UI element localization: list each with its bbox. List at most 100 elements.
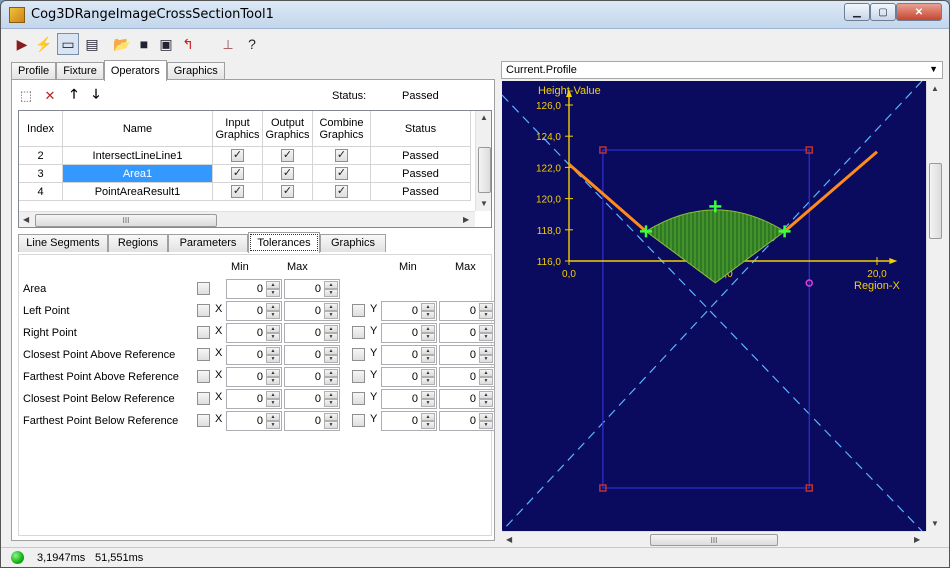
- tolerance-closest-point-below-reference-y-min[interactable]: 0 ▲ ▼: [381, 389, 437, 409]
- spin-down-icon[interactable]: ▼: [266, 355, 280, 363]
- spin-down-icon[interactable]: ▼: [324, 399, 338, 407]
- column-header-status[interactable]: Status: [371, 111, 471, 147]
- tolerance-closest-point-below-reference-x-max[interactable]: 0 ▲ ▼: [284, 389, 340, 409]
- spin-up-icon[interactable]: ▲: [421, 369, 435, 377]
- tab-fixture[interactable]: Fixture: [56, 62, 104, 80]
- help-button[interactable]: ?: [241, 33, 263, 55]
- tolerance-area-x-checkbox[interactable]: [197, 282, 210, 295]
- spin-down-icon[interactable]: ▼: [479, 399, 493, 407]
- scroll-left-icon[interactable]: ◀: [23, 215, 29, 224]
- tolerance-farthest-point-below-reference-y-checkbox[interactable]: [352, 414, 365, 427]
- spin-up-icon[interactable]: ▲: [324, 369, 338, 377]
- spin-down-icon[interactable]: ▼: [479, 333, 493, 341]
- tolerance-right-point-y-checkbox[interactable]: [352, 326, 365, 339]
- display-horizontal-thumb[interactable]: III: [650, 534, 778, 546]
- run-button[interactable]: ▶: [11, 33, 33, 55]
- spin-up-icon[interactable]: ▲: [324, 325, 338, 333]
- scroll-down-icon[interactable]: ▼: [480, 199, 488, 208]
- spin-up-icon[interactable]: ▲: [324, 303, 338, 311]
- spin-down-icon[interactable]: ▼: [324, 377, 338, 385]
- profile-display[interactable]: 116,0118,0120,0122,0124,0126,00,010,020,…: [502, 81, 926, 531]
- table-row[interactable]: 4 PointAreaResult1 ✓ ✓ ✓ Passed: [19, 183, 471, 201]
- spin-down-icon[interactable]: ▼: [324, 289, 338, 297]
- grid-vertical-thumb[interactable]: [478, 147, 491, 193]
- spin-down-icon[interactable]: ▼: [421, 355, 435, 363]
- table-row[interactable]: 2 IntersectLineLine1 ✓ ✓ ✓ Passed: [19, 147, 471, 165]
- column-header-input-graphics[interactable]: Input Graphics: [213, 111, 263, 147]
- tolerance-closest-point-above-reference-y-min[interactable]: 0 ▲ ▼: [381, 345, 437, 365]
- spin-down-icon[interactable]: ▼: [479, 311, 493, 319]
- output-graphics-checkbox[interactable]: ✓: [281, 149, 294, 162]
- tolerance-farthest-point-above-reference-x-checkbox[interactable]: [197, 370, 210, 383]
- spin-down-icon[interactable]: ▼: [421, 421, 435, 429]
- tolerance-closest-point-above-reference-x-max[interactable]: 0 ▲ ▼: [284, 345, 340, 365]
- spin-down-icon[interactable]: ▼: [266, 421, 280, 429]
- scroll-right-icon[interactable]: ▶: [463, 215, 469, 224]
- spin-down-icon[interactable]: ▼: [479, 377, 493, 385]
- spin-up-icon[interactable]: ▲: [266, 369, 280, 377]
- combine-graphics-checkbox[interactable]: ✓: [335, 149, 348, 162]
- spin-down-icon[interactable]: ▼: [479, 355, 493, 363]
- tolerance-farthest-point-below-reference-x-max[interactable]: 0 ▲ ▼: [284, 411, 340, 431]
- tolerance-right-point-x-checkbox[interactable]: [197, 326, 210, 339]
- spin-up-icon[interactable]: ▲: [324, 281, 338, 289]
- tolerance-farthest-point-above-reference-y-checkbox[interactable]: [352, 370, 365, 383]
- column-header-index[interactable]: Index: [19, 111, 63, 147]
- spin-up-icon[interactable]: ▲: [324, 413, 338, 421]
- scroll-up-icon[interactable]: ▲: [480, 113, 488, 122]
- spin-down-icon[interactable]: ▼: [324, 421, 338, 429]
- row-name[interactable]: IntersectLineLine1: [63, 147, 213, 165]
- spin-down-icon[interactable]: ▼: [266, 289, 280, 297]
- spin-down-icon[interactable]: ▼: [479, 421, 493, 429]
- combine-graphics-checkbox[interactable]: ✓: [335, 167, 348, 180]
- table-row[interactable]: 3 Area1 ✓ ✓ ✓ Passed: [19, 165, 471, 183]
- tolerance-closest-point-below-reference-x-checkbox[interactable]: [197, 392, 210, 405]
- tolerance-closest-point-below-reference-y-checkbox[interactable]: [352, 392, 365, 405]
- output-graphics-checkbox[interactable]: ✓: [281, 185, 294, 198]
- tolerance-right-point-x-min[interactable]: 0 ▲ ▼: [226, 323, 282, 343]
- spin-down-icon[interactable]: ▼: [266, 311, 280, 319]
- spin-up-icon[interactable]: ▲: [421, 391, 435, 399]
- tolerance-closest-point-above-reference-x-min[interactable]: 0 ▲ ▼: [226, 345, 282, 365]
- grid-horizontal-scrollbar[interactable]: ◀ III ▶: [19, 211, 475, 227]
- spin-up-icon[interactable]: ▲: [421, 303, 435, 311]
- subtab-parameters[interactable]: Parameters: [168, 234, 248, 252]
- tolerance-closest-point-above-reference-y-max[interactable]: 0 ▲ ▼: [439, 345, 495, 365]
- scroll-right-icon[interactable]: ▶: [914, 535, 920, 544]
- spin-down-icon[interactable]: ▼: [324, 333, 338, 341]
- spin-up-icon[interactable]: ▲: [421, 325, 435, 333]
- spin-up-icon[interactable]: ▲: [266, 303, 280, 311]
- spin-up-icon[interactable]: ▲: [479, 303, 493, 311]
- tolerance-closest-point-above-reference-y-checkbox[interactable]: [352, 348, 365, 361]
- grid-vertical-scrollbar[interactable]: ▲ ▼: [475, 111, 491, 211]
- tolerance-farthest-point-above-reference-x-min[interactable]: 0 ▲ ▼: [226, 367, 282, 387]
- display-vertical-scrollbar[interactable]: ▲ ▼: [926, 81, 943, 531]
- spin-down-icon[interactable]: ▼: [324, 311, 338, 319]
- close-button[interactable]: ✕: [896, 3, 942, 21]
- spin-up-icon[interactable]: ▲: [324, 347, 338, 355]
- spin-down-icon[interactable]: ▼: [421, 377, 435, 385]
- tab-graphics[interactable]: Graphics: [166, 62, 225, 80]
- spin-up-icon[interactable]: ▲: [266, 281, 280, 289]
- tolerance-farthest-point-below-reference-x-min[interactable]: 0 ▲ ▼: [226, 411, 282, 431]
- tolerance-left-point-y-max[interactable]: 0 ▲ ▼: [439, 301, 495, 321]
- tolerance-area-x-max[interactable]: 0 ▲ ▼: [284, 279, 340, 299]
- subtab-tolerances[interactable]: Tolerances: [248, 232, 320, 253]
- spin-up-icon[interactable]: ▲: [266, 347, 280, 355]
- spin-up-icon[interactable]: ▲: [479, 391, 493, 399]
- save-as-button[interactable]: ▣: [155, 33, 177, 55]
- new-operator-icon[interactable]: ⬚: [18, 88, 34, 104]
- tolerance-farthest-point-above-reference-x-max[interactable]: 0 ▲ ▼: [284, 367, 340, 387]
- subtab-regions[interactable]: Regions: [108, 234, 168, 252]
- tolerance-left-point-y-checkbox[interactable]: [352, 304, 365, 317]
- tolerance-right-point-y-max[interactable]: 0 ▲ ▼: [439, 323, 495, 343]
- spin-up-icon[interactable]: ▲: [479, 325, 493, 333]
- spin-down-icon[interactable]: ▼: [266, 399, 280, 407]
- tolerance-area-x-min[interactable]: 0 ▲ ▼: [226, 279, 282, 299]
- scroll-up-icon[interactable]: ▲: [931, 84, 939, 93]
- input-graphics-checkbox[interactable]: ✓: [231, 185, 244, 198]
- spin-up-icon[interactable]: ▲: [266, 413, 280, 421]
- tolerance-farthest-point-below-reference-x-checkbox[interactable]: [197, 414, 210, 427]
- spin-down-icon[interactable]: ▼: [266, 333, 280, 341]
- tolerance-right-point-x-max[interactable]: 0 ▲ ▼: [284, 323, 340, 343]
